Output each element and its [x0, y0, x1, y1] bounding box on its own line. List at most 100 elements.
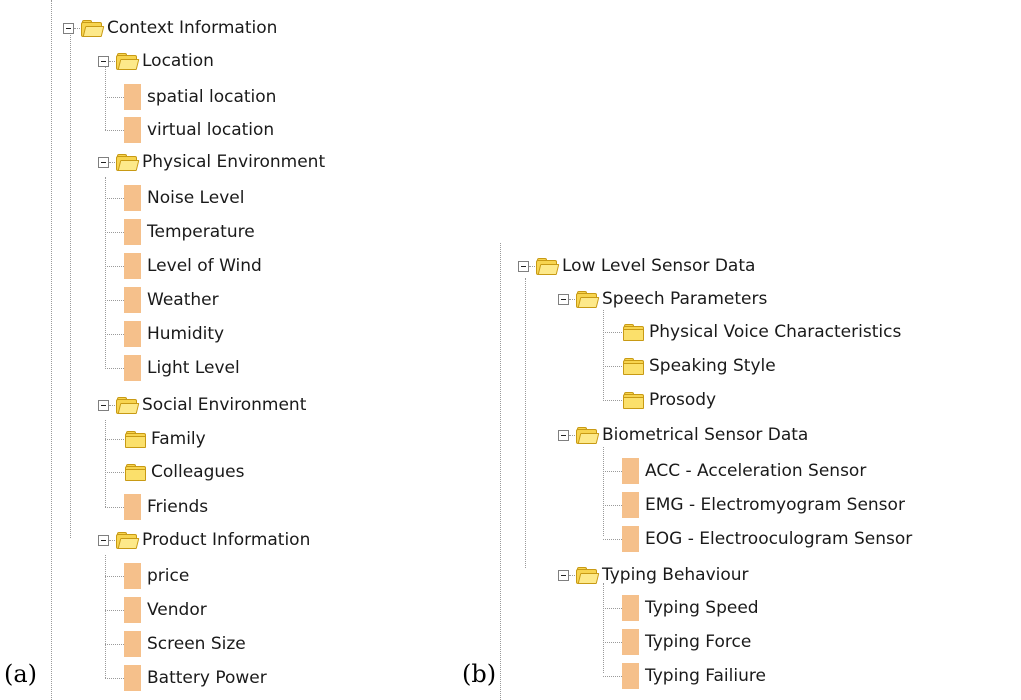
leaf-node-icon [124, 287, 141, 313]
folder-open-icon [115, 532, 140, 549]
tree-guide-line [70, 35, 71, 538]
collapse-minus-icon[interactable] [98, 156, 109, 168]
tree-leaf[interactable]: Screen Size [97, 630, 246, 658]
tree-leaf[interactable]: spatial location [97, 83, 276, 111]
tree-leaf[interactable]: Typing Failiure [595, 662, 766, 690]
tree-node-label: Biometrical Sensor Data [602, 425, 809, 445]
tree-node-social-environment[interactable]: Social Environment [98, 391, 306, 419]
leaf-node-icon [124, 665, 141, 691]
collapse-minus-icon[interactable] [98, 534, 109, 546]
tree-node-label: Speech Parameters [602, 289, 768, 309]
tree-node-label: EMG - Electromyogram Sensor [645, 495, 905, 515]
tree-leaf[interactable]: Temperature [97, 218, 255, 246]
folder-open-icon [115, 397, 140, 414]
tree-node-label: ACC - Acceleration Sensor [645, 461, 867, 481]
tree-node-product-information[interactable]: Product Information [98, 526, 310, 554]
tree-node-label: Weather [147, 290, 219, 310]
tree-node-label: Product Information [142, 530, 311, 550]
tree-node-label: Battery Power [147, 668, 267, 688]
tree-leaf[interactable]: Friends [97, 493, 208, 521]
tree-guide-line [525, 278, 526, 568]
tree-node-location[interactable]: Location [98, 47, 214, 75]
tree-node-typing-behaviour[interactable]: Typing Behaviour [558, 561, 749, 589]
tree-node-label: Typing Failiure [645, 666, 766, 686]
folder-open-icon [575, 291, 600, 308]
folder-icon [622, 358, 644, 375]
tree-leaf[interactable]: Typing Speed [595, 594, 759, 622]
tree-leaf[interactable]: EMG - Electromyogram Sensor [595, 491, 905, 519]
tree-node-label: Location [142, 51, 214, 71]
leaf-node-icon [124, 84, 141, 110]
leaf-node-icon [124, 563, 141, 589]
tree-node-label: Typing Speed [645, 598, 759, 618]
tree-node-label: Light Level [147, 358, 240, 378]
tree-leaf[interactable]: EOG - Electrooculogram Sensor [595, 525, 912, 553]
tree-folder[interactable]: Speaking Style [595, 352, 776, 380]
tree-leaf[interactable]: virtual location [97, 116, 274, 144]
tree-folder[interactable]: Family [97, 425, 206, 453]
tree-folder[interactable]: Physical Voice Characteristics [595, 318, 901, 346]
tree-root-context-information[interactable]: Context Information [63, 14, 277, 42]
folder-icon [622, 324, 644, 341]
leaf-node-icon [124, 253, 141, 279]
collapse-minus-icon[interactable] [98, 55, 109, 67]
tree-node-label: Humidity [147, 324, 225, 344]
tree-node-label: Physical Voice Characteristics [649, 322, 902, 342]
collapse-minus-icon[interactable] [558, 569, 569, 581]
leaf-node-icon [124, 631, 141, 657]
tree-leaf[interactable]: Light Level [97, 354, 240, 382]
tree-leaf[interactable]: price [97, 562, 189, 590]
tree-leaf[interactable]: Noise Level [97, 184, 244, 212]
tree-leaf[interactable]: Battery Power [97, 664, 267, 692]
tree-leaf[interactable]: ACC - Acceleration Sensor [595, 457, 866, 485]
tree-node-label: Typing Behaviour [602, 565, 749, 585]
leaf-node-icon [622, 458, 639, 484]
tree-panel-b: Low Level Sensor Data Speech Parameters … [500, 243, 1021, 700]
leaf-node-icon [622, 663, 639, 689]
tree-node-biometrical-sensor-data[interactable]: Biometrical Sensor Data [558, 421, 808, 449]
folder-open-icon [575, 567, 600, 584]
tree-leaf[interactable]: Level of Wind [97, 252, 262, 280]
folder-open-icon [115, 53, 140, 70]
collapse-minus-icon[interactable] [518, 260, 529, 272]
collapse-minus-icon[interactable] [558, 429, 569, 441]
tree-node-label: Family [151, 429, 206, 449]
tree-folder[interactable]: Prosody [595, 386, 716, 414]
collapse-minus-icon[interactable] [558, 293, 569, 305]
tree-node-speech-parameters[interactable]: Speech Parameters [558, 285, 767, 313]
tree-node-label: Friends [147, 497, 209, 517]
tree-node-label: Vendor [147, 600, 207, 620]
tree-node-label: EOG - Electrooculogram Sensor [645, 529, 913, 549]
folder-open-icon [115, 154, 140, 171]
leaf-node-icon [622, 492, 639, 518]
tree-node-label: Speaking Style [649, 356, 776, 376]
leaf-node-icon [124, 219, 141, 245]
tree-node-label: Temperature [147, 222, 255, 242]
leaf-node-icon [124, 494, 141, 520]
tree-node-label: Prosody [649, 390, 717, 410]
collapse-minus-icon[interactable] [98, 399, 109, 411]
leaf-node-icon [124, 355, 141, 381]
tree-leaf[interactable]: Humidity [97, 320, 224, 348]
leaf-node-icon [124, 185, 141, 211]
tree-node-label: Colleagues [151, 462, 245, 482]
leaf-node-icon [622, 629, 639, 655]
tree-leaf[interactable]: Vendor [97, 596, 207, 624]
tree-panel-a: Context Information Location spatial loc… [51, 0, 392, 700]
tree-node-label: Social Environment [142, 395, 307, 415]
tree-node-label: Low Level Sensor Data [562, 256, 756, 276]
folder-open-icon [80, 20, 105, 37]
tree-node-label: price [147, 566, 190, 586]
leaf-node-icon [124, 597, 141, 623]
collapse-minus-icon[interactable] [63, 22, 74, 34]
tree-node-label: Context Information [107, 18, 278, 38]
folder-open-icon [575, 427, 600, 444]
tree-leaf[interactable]: Typing Force [595, 628, 751, 656]
tree-node-label: Level of Wind [147, 256, 262, 276]
tree-node-label: Physical Environment [142, 152, 326, 172]
tree-leaf[interactable]: Weather [97, 286, 219, 314]
tree-root-low-level-sensor-data[interactable]: Low Level Sensor Data [518, 252, 755, 280]
tree-node-physical-environment[interactable]: Physical Environment [98, 148, 325, 176]
figure-caption-b: (b) [462, 660, 497, 688]
tree-folder[interactable]: Colleagues [97, 458, 244, 486]
